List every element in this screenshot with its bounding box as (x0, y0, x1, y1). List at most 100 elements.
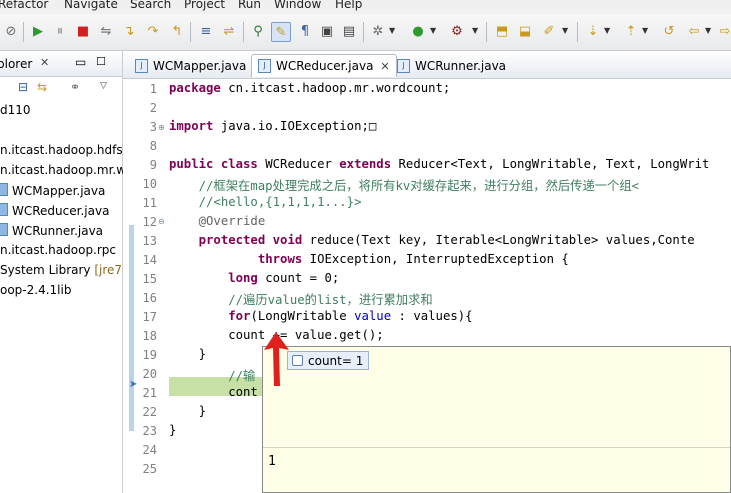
external-tools-dropdown-icon[interactable]: ▼ (472, 26, 478, 35)
code-line[interactable]: } (169, 347, 206, 361)
next-annotation-icon[interactable]: ⇣ (584, 22, 602, 40)
explorer-close-icon[interactable]: ✕ (40, 56, 49, 69)
menu-window[interactable]: Window (274, 0, 321, 11)
line-number: 19 (142, 348, 157, 362)
popup-divider (263, 447, 730, 448)
tree-item-system-library[interactable]: System Library [jre7] (0, 263, 127, 277)
tree-item-package-rpc[interactable]: n.itcast.hadoop.rpc (0, 243, 116, 257)
menu-navigate[interactable]: Navigate (64, 0, 118, 11)
tab-wcmapper[interactable]: J WCMapper.java (129, 54, 252, 77)
tree-item-package-hdfs[interactable]: n.itcast.hadoop.hdfs (0, 143, 123, 157)
menu-bar: Refactor Navigate Search Project Run Win… (0, 0, 731, 14)
code-line[interactable]: } (169, 404, 206, 418)
collapse-all-icon[interactable]: ⊟ (18, 80, 28, 94)
next-annotation-dropdown-icon[interactable]: ▼ (604, 26, 610, 35)
code-line[interactable]: //遍历value的list，进行累加求和 (169, 290, 432, 308)
step-into-icon[interactable]: ↴ (120, 22, 138, 40)
link-with-editor-icon[interactable]: ⇆ (37, 80, 47, 94)
line-number: 10 (142, 177, 157, 191)
vertical-ruler (123, 79, 137, 493)
resume-icon[interactable]: ▶ (29, 22, 47, 40)
code-line[interactable]: package cn.itcast.hadoop.mr.wordcount; (169, 81, 450, 95)
view-menu-icon[interactable]: ▽ (100, 81, 107, 91)
line-number: 21 (142, 386, 157, 400)
open-perspective-icon[interactable]: ⚲ (249, 22, 267, 40)
fold-expand-icon[interactable]: ⊕ (158, 123, 165, 132)
code-line[interactable]: //输 (169, 366, 255, 384)
back-dropdown-icon[interactable]: ▼ (705, 26, 711, 35)
menu-run[interactable]: Run (238, 0, 261, 11)
code-line[interactable]: @Override (169, 214, 266, 228)
suspend-icon[interactable]: ⏸ (51, 22, 69, 40)
maximize-icon[interactable]: ☐ (96, 55, 106, 68)
new-package-icon[interactable]: ⬓ (516, 22, 534, 40)
new-class-icon[interactable]: ✐ (540, 22, 558, 40)
block-selection-icon[interactable]: ▣ (318, 22, 336, 40)
code-line[interactable]: public class WCReducer extends Reducer<T… (169, 157, 709, 171)
filters-icon[interactable]: ⚭ (70, 80, 80, 94)
step-over-icon[interactable]: ↷ (144, 22, 162, 40)
menu-help[interactable]: Help (335, 0, 362, 11)
minimize-icon[interactable]: ▭ (75, 55, 86, 69)
use-step-filters-icon[interactable]: ⇌ (220, 22, 238, 40)
run-icon[interactable]: ● (409, 22, 427, 40)
code-line[interactable]: import java.io.IOException;□ (169, 119, 376, 133)
explorer-toolbar: ⊟ ⇆ ⚭ ▽ (0, 77, 122, 99)
terminate-icon[interactable]: ■ (74, 22, 92, 40)
show-source-icon[interactable]: ▤ (340, 22, 358, 40)
code-line[interactable]: long count = 0; (169, 271, 339, 285)
java-file-icon (0, 203, 8, 216)
menu-project[interactable]: Project (184, 0, 225, 11)
line-number: 22 (142, 405, 157, 419)
run-dropdown-icon[interactable]: ▼ (430, 26, 436, 35)
new-java-project-icon[interactable]: ⬒ (493, 22, 511, 40)
tree-item-wcreducer[interactable]: WCReducer.java (0, 203, 109, 218)
code-line[interactable]: throws IOException, InterruptedException… (169, 252, 569, 266)
code-line[interactable]: cont (169, 385, 258, 399)
last-edit-location-icon[interactable]: ↺ (660, 22, 678, 40)
debug-icon[interactable]: ✲ (369, 22, 387, 40)
forward-icon[interactable]: ⇨ (716, 22, 731, 40)
variable-inspect-popup[interactable]: count= 1 1 (262, 346, 731, 493)
toolbar: ⊘ ▶ ⏸ ■ ⇋ ↴ ↷ ↰ ≡ ⇌ ⚲ ✎ ¶ ▣ ▤ ✲ ▼ ● ▼ ⚙ … (0, 14, 731, 51)
editor-tabs: J WCMapper.java J WCReducer.java ✕ J WCRunne… (123, 51, 731, 79)
code-line[interactable]: protected void reduce(Text key, Iterable… (169, 233, 695, 247)
previous-annotation-dropdown-icon[interactable]: ▼ (642, 26, 648, 35)
menu-refactor[interactable]: Refactor (0, 0, 48, 11)
previous-annotation-icon[interactable]: ⇡ (622, 22, 640, 40)
back-icon[interactable]: ⇦ (685, 22, 703, 40)
tree-item-package-mr[interactable]: n.itcast.hadoop.mr.w (0, 163, 126, 177)
debug-dropdown-icon[interactable]: ▼ (389, 26, 395, 35)
new-class-dropdown-icon[interactable]: ▼ (562, 26, 568, 35)
drop-to-frame-icon[interactable]: ≡ (197, 22, 215, 40)
code-line[interactable]: for(LongWritable value : values){ (169, 309, 472, 323)
code-line[interactable]: //<hello,{1,1,1,1...}> (169, 195, 362, 209)
explorer-title: plorer (0, 57, 33, 71)
code-line[interactable]: //框架在map处理完成之后，将所有kv对缓存起来，进行分组，然后传递一个组< (169, 176, 639, 194)
tree-item-hadoop-lib[interactable]: oop-2.4.1lib (0, 283, 71, 297)
tab-wcreducer[interactable]: J WCReducer.java ✕ (251, 54, 397, 77)
tree-item-project[interactable]: d110 (0, 103, 31, 117)
code-line[interactable]: } (169, 423, 176, 437)
tree-item-wcrunner[interactable]: WCRunner.java (0, 223, 103, 238)
tree-item-wcmapper[interactable]: WCMapper.java (0, 183, 105, 198)
fold-collapse-icon[interactable]: ⊖ (158, 217, 165, 226)
tab-close-icon[interactable]: ✕ (380, 60, 389, 73)
line-number: 2 (149, 101, 157, 115)
disconnect-icon[interactable]: ⇋ (97, 22, 115, 40)
mark-occurrences-icon[interactable]: ✎ (271, 22, 291, 42)
line-number: 20 (142, 367, 157, 381)
skip-breakpoints-icon[interactable]: ⊘ (2, 22, 20, 40)
tab-wcrunner[interactable]: J WCRunner.java (391, 54, 512, 77)
explorer-tab[interactable]: plorer ✕ ▭ ☐ (0, 51, 122, 77)
java-file-icon: J (258, 59, 271, 73)
step-return-icon[interactable]: ↰ (168, 22, 186, 40)
java-file-icon: J (135, 58, 148, 73)
line-number: 17 (142, 310, 157, 324)
menu-search[interactable]: Search (130, 0, 171, 11)
show-whitespace-icon[interactable]: ¶ (296, 22, 314, 40)
line-number: 8 (149, 139, 157, 153)
line-number: 13 (142, 234, 157, 248)
external-tools-icon[interactable]: ⚙ (448, 22, 466, 40)
line-number: 3 (149, 120, 157, 134)
